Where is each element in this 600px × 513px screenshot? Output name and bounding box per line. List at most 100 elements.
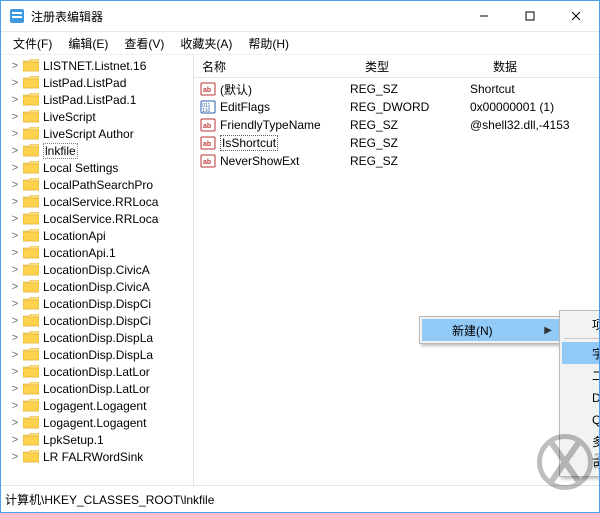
ctx-item[interactable]: QWORD (64 位)值(Q) (562, 408, 599, 430)
menu-file[interactable]: 文件(F) (5, 33, 60, 54)
tree-item-label: LocationDisp.DispLa (43, 331, 153, 345)
tree-item[interactable]: >LISTNET.Listnet.16 (9, 57, 193, 74)
expand-icon[interactable]: > (9, 417, 21, 429)
tree-item[interactable]: > LiveScript (9, 108, 193, 125)
menu-help[interactable]: 帮助(H) (240, 33, 297, 54)
list-row[interactable]: NeverShowExtREG_SZ (194, 152, 599, 170)
folder-icon (23, 246, 39, 259)
tree-item[interactable]: > ListPad.ListPad (9, 74, 193, 91)
tree-item[interactable]: > Logagent.Logagent (9, 397, 193, 414)
tree-item[interactable]: > LocationDisp.LatLor (9, 380, 193, 397)
list-pane[interactable]: 名称 类型 数据 (默认)REG_SZShortcutEditFlagsREG_… (194, 55, 599, 487)
ctx-item[interactable]: 项(K) (562, 313, 599, 335)
expand-icon[interactable]: > (9, 196, 21, 208)
tree-item[interactable]: >LocationDisp.CivicA (9, 261, 193, 278)
expand-icon[interactable]: > (9, 315, 21, 327)
expand-icon[interactable]: > (9, 111, 21, 123)
expand-icon[interactable]: > (9, 451, 21, 463)
expand-icon[interactable]: > (9, 179, 21, 191)
tree-item-label: ListPad.ListPad (43, 76, 126, 90)
value-type: REG_DWORD (350, 100, 470, 114)
tree-item[interactable]: >LocationDisp.CivicA (9, 278, 193, 295)
list-row[interactable]: FriendlyTypeNameREG_SZ@shell32.dll,-4153 (194, 116, 599, 134)
tree-item[interactable]: >LocationDisp.LatLor (9, 363, 193, 380)
tree-item[interactable]: >LocationApi.1 (9, 244, 193, 261)
expand-icon[interactable]: > (9, 162, 21, 174)
expand-icon[interactable]: > (9, 383, 21, 395)
ctx-item[interactable]: 多字符串值(M) (562, 430, 599, 452)
folder-icon (23, 314, 39, 327)
tree-item[interactable]: > LR FALRWordSink (9, 448, 193, 465)
expand-icon[interactable]: > (9, 434, 21, 446)
value-name: IsShortcut (220, 136, 350, 150)
tree-item-label: LR FALRWordSink (43, 450, 143, 464)
ctx-item[interactable]: 二进制值(B) (562, 364, 599, 386)
ctx-item-label: 多字符串值(M) (592, 433, 599, 450)
close-button[interactable] (553, 1, 599, 31)
expand-icon[interactable]: > (9, 281, 21, 293)
tree: >LISTNET.Listnet.16 > ListPad.ListPad>List… (1, 55, 193, 467)
ctx-item-new[interactable]: 新建(N) ▶ (422, 319, 560, 341)
tree-item-label: lnkfile (43, 143, 78, 159)
value-type: REG_SZ (350, 136, 470, 150)
tree-item[interactable]: >Local Settings (9, 159, 193, 176)
value-data: 0x00000001 (1) (470, 100, 599, 114)
menu-edit[interactable]: 编辑(E) (60, 33, 116, 54)
col-header-type[interactable]: 类型 (357, 58, 485, 75)
expand-icon[interactable]: > (9, 264, 21, 276)
tree-item[interactable]: >LocalService.RRLoca (9, 193, 193, 210)
expand-icon[interactable]: > (9, 400, 21, 412)
tree-item[interactable]: >LocationDisp.DispCi (9, 295, 193, 312)
expand-icon[interactable]: > (9, 230, 21, 242)
tree-item[interactable]: > lnkfile (9, 142, 193, 159)
ctx-item[interactable]: 可扩充字符串值(E) (562, 452, 599, 474)
menu-view[interactable]: 查看(V) (116, 33, 172, 54)
col-header-name[interactable]: 名称 (194, 58, 357, 75)
tree-item-label: LiveScript Author (43, 127, 134, 141)
col-header-data[interactable]: 数据 (485, 58, 599, 75)
expand-icon[interactable]: > (9, 349, 21, 361)
expand-icon[interactable]: > (9, 77, 21, 89)
expand-icon[interactable]: > (9, 298, 21, 310)
tree-item[interactable]: >LocationDisp.DispCi (9, 312, 193, 329)
menu-favorites[interactable]: 收藏夹(A) (172, 33, 240, 54)
tree-pane[interactable]: >LISTNET.Listnet.16 > ListPad.ListPad>List… (1, 55, 194, 487)
tree-item[interactable]: >ListPad.ListPad.1 (9, 91, 193, 108)
maximize-button[interactable] (507, 1, 553, 31)
expand-icon[interactable]: > (9, 247, 21, 259)
tree-item[interactable]: > LpkSetup.1 (9, 431, 193, 448)
list-row[interactable]: EditFlagsREG_DWORD0x00000001 (1) (194, 98, 599, 116)
folder-icon (23, 144, 39, 157)
window-title: 注册表编辑器 (31, 8, 461, 25)
expand-icon[interactable]: > (9, 94, 21, 106)
tree-item-label: LocationDisp.LatLor (43, 382, 150, 396)
tree-item[interactable]: > LocalService.RRLoca (9, 210, 193, 227)
ctx-item[interactable]: 字符串值(S) (562, 342, 599, 364)
tree-item[interactable]: >LocationDisp.DispLa (9, 346, 193, 363)
tree-item[interactable]: > LocationDisp.DispLa (9, 329, 193, 346)
ctx-item-label: 二进制值(B) (592, 367, 599, 384)
expand-icon[interactable]: > (9, 213, 21, 225)
list-row[interactable]: IsShortcutREG_SZ (194, 134, 599, 152)
ctx-item[interactable]: DWORD (32 位)值(D) (562, 386, 599, 408)
tree-item-label: LiveScript (43, 110, 96, 124)
folder-icon (23, 110, 39, 123)
expand-icon[interactable]: > (9, 145, 21, 157)
tree-item[interactable]: > LiveScript Author (9, 125, 193, 142)
tree-item-label: Logagent.Logagent (43, 399, 146, 413)
expand-icon[interactable]: > (9, 366, 21, 378)
folder-icon (23, 433, 39, 446)
list-row[interactable]: (默认)REG_SZShortcut (194, 80, 599, 98)
minimize-button[interactable] (461, 1, 507, 31)
tree-item[interactable]: > Logagent.Logagent (9, 414, 193, 431)
tree-item-label: LpkSetup.1 (43, 433, 104, 447)
tree-item-label: LocalService.RRLoca (43, 212, 158, 226)
expand-icon[interactable]: > (9, 60, 21, 72)
tree-item-label: Logagent.Logagent (43, 416, 146, 430)
value-name: EditFlags (220, 100, 350, 114)
tree-item[interactable]: >LocationApi (9, 227, 193, 244)
expand-icon[interactable]: > (9, 128, 21, 140)
app-icon (9, 8, 25, 24)
tree-item[interactable]: >LocalPathSearchPro (9, 176, 193, 193)
expand-icon[interactable]: > (9, 332, 21, 344)
